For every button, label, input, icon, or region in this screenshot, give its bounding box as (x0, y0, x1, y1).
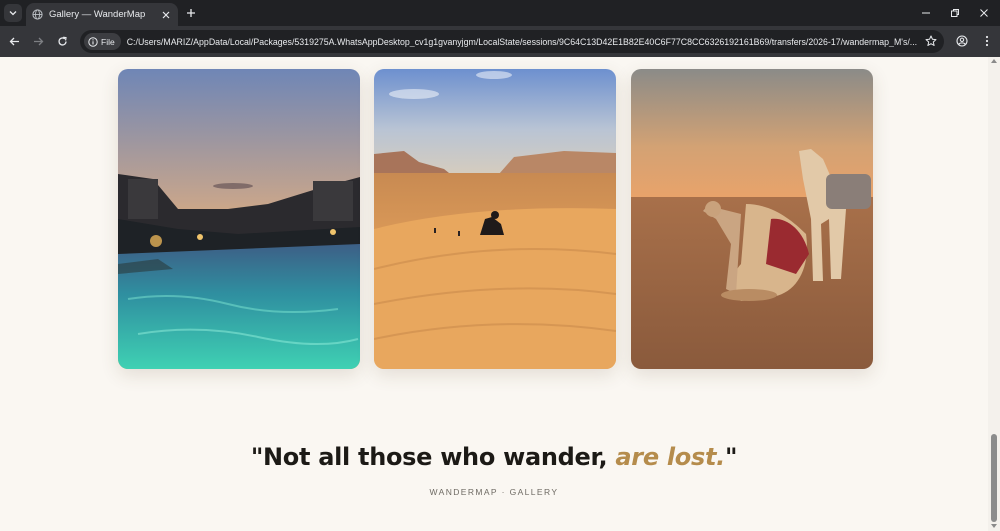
quote-text: "Not all those who wander, (250, 443, 616, 471)
gallery-photo-desert[interactable] (374, 69, 616, 369)
menu-button[interactable] (979, 33, 995, 49)
gallery-photo-pool[interactable] (118, 69, 360, 369)
scrollbar-thumb[interactable] (991, 434, 997, 522)
close-icon (980, 9, 988, 17)
gallery-footer-label: WANDERMAP · GALLERY (429, 487, 559, 497)
back-button[interactable] (6, 33, 22, 49)
tab-search-button[interactable] (4, 4, 22, 22)
globe-icon (32, 9, 43, 20)
quote-close: " (724, 443, 738, 471)
arrow-left-icon (9, 37, 19, 45)
site-info-chip[interactable]: File (84, 33, 121, 50)
restore-icon (951, 9, 959, 17)
close-window-button[interactable] (976, 5, 992, 21)
more-vert-icon (985, 35, 989, 47)
close-icon[interactable] (160, 9, 172, 21)
page-content: "Not all those who wander, are lost." WA… (0, 57, 988, 531)
profile-icon (956, 35, 968, 47)
camels-sunset-image (631, 69, 873, 369)
minimize-button[interactable] (918, 5, 934, 21)
browser-tab[interactable]: Gallery — WanderMap (26, 3, 178, 26)
quote-emphasis: are lost. (615, 443, 725, 471)
browser-toolbar: File C:/Users/MARIZ/AppData/Local/Packag… (0, 26, 1000, 57)
gallery-quote: "Not all those who wander, are lost." (0, 443, 988, 471)
url-text[interactable]: C:/Users/MARIZ/AppData/Local/Packages/53… (127, 37, 927, 47)
file-chip-label: File (101, 36, 115, 47)
arrow-right-icon (33, 37, 43, 45)
reload-icon (57, 36, 67, 46)
scroll-down-icon[interactable] (991, 524, 997, 528)
profile-button[interactable] (954, 33, 970, 49)
forward-button[interactable] (30, 33, 46, 49)
gallery-photo-camels[interactable] (631, 69, 873, 369)
chevron-down-icon (9, 11, 17, 16)
desert-dunes-image (374, 69, 616, 369)
tab-title: Gallery — WanderMap (49, 9, 146, 20)
bookmark-button[interactable] (924, 34, 938, 48)
plus-icon (187, 9, 195, 17)
minimize-icon (922, 12, 930, 14)
browser-titlebar: Gallery — WanderMap (0, 0, 1000, 26)
star-icon (925, 35, 937, 46)
info-icon (88, 36, 98, 47)
pool-sunset-image (118, 69, 360, 369)
page-scrollbar[interactable] (988, 57, 1000, 531)
address-bar[interactable]: File C:/Users/MARIZ/AppData/Local/Packag… (80, 30, 944, 53)
reload-button[interactable] (54, 33, 70, 49)
restore-button[interactable] (947, 5, 963, 21)
scroll-up-icon[interactable] (991, 59, 997, 63)
new-tab-button[interactable] (183, 5, 199, 21)
